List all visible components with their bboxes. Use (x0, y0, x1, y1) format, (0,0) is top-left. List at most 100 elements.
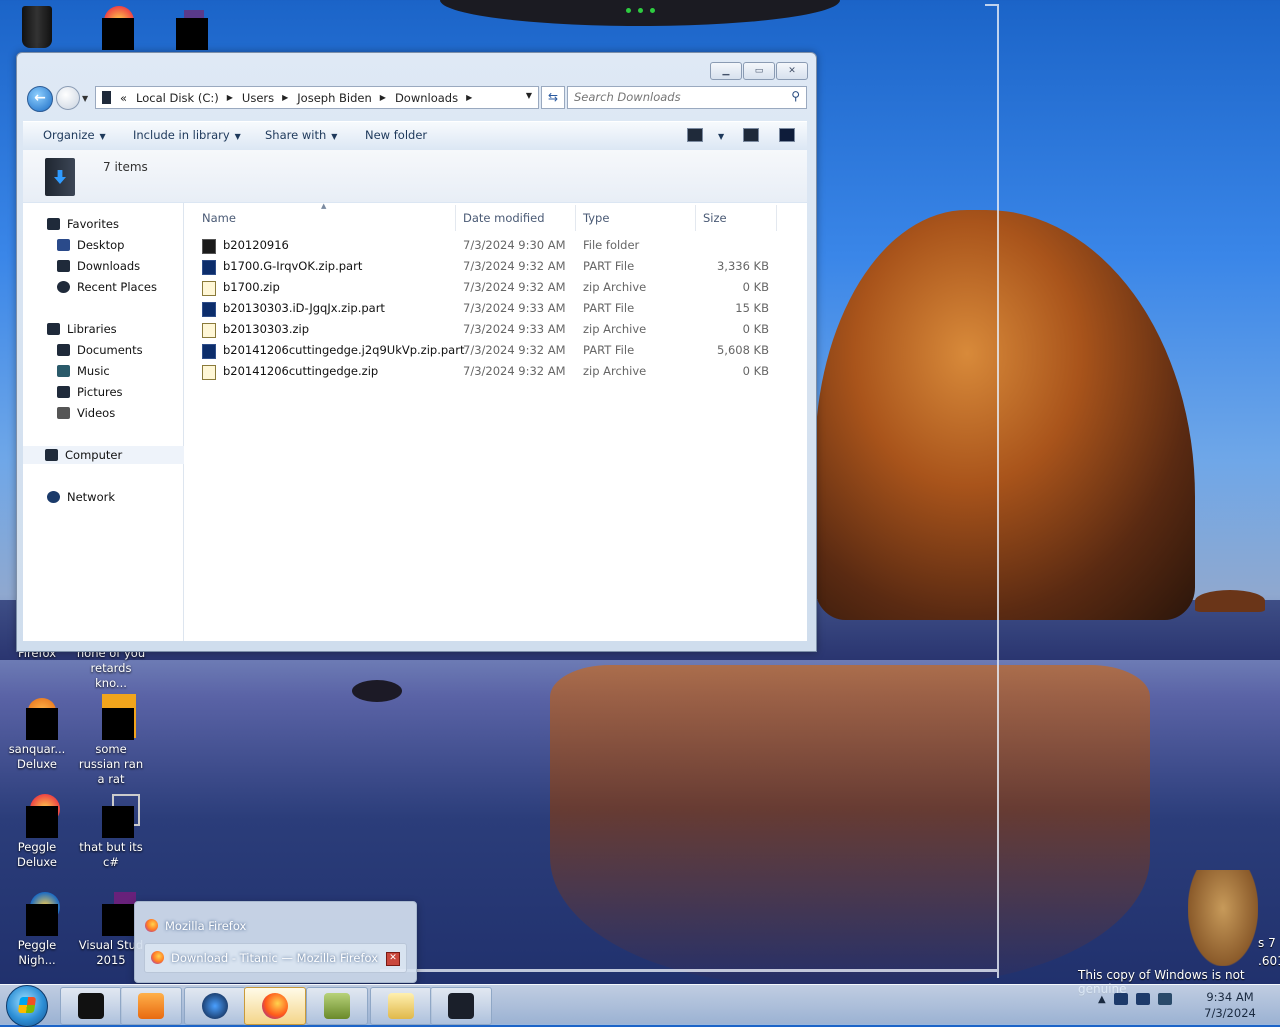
desktop-icon-sanquarium[interactable]: sanquar... Deluxe (0, 694, 74, 772)
nav-desktop[interactable]: Desktop (57, 236, 124, 254)
nav-music[interactable]: Music (57, 362, 110, 380)
file-row[interactable]: b20141206cuttingedge.zip 7/3/2024 9:32 A… (200, 361, 790, 382)
explorer-window[interactable]: ▁ ▭ ✕ ← ▼ « Local Disk (C:) ▶ Users ▶ Jo… (16, 52, 817, 652)
search-input[interactable] (568, 87, 774, 106)
details-header: 7 items (23, 150, 807, 202)
file-row[interactable]: b1700.G-IrqvOK.zip.part 7/3/2024 9:32 AM… (200, 256, 790, 277)
monitor-icon (448, 993, 474, 1019)
breadcrumb-users[interactable]: Users (242, 91, 274, 105)
back-button[interactable]: ← (27, 86, 53, 112)
breadcrumb-downloads[interactable]: Downloads (395, 91, 458, 105)
firefox-icon (262, 993, 288, 1019)
peggle-nights-icon (14, 890, 60, 936)
file-name: b1700.G-IrqvOK.zip.part (223, 259, 363, 273)
taskbar-button-explorer-dark[interactable] (60, 987, 122, 1025)
breadcrumb-arrow-icon[interactable]: ▶ (227, 93, 233, 102)
globe-icon (202, 993, 228, 1019)
nav-network[interactable]: Network (47, 488, 115, 506)
popup-window-item[interactable]: Download - Titanic — Mozilla Firefox ✕ (144, 943, 407, 973)
file-row[interactable]: b20141206cuttingedge.j2q9UkVp.zip.part 7… (200, 340, 790, 361)
navigation-pane: Favorites Desktop Downloads Recent Place… (23, 203, 197, 641)
include-in-library-button[interactable]: Include in library ▼ (133, 128, 241, 142)
forward-button[interactable] (56, 86, 80, 110)
file-row[interactable]: b20130303.iD-JgqJx.zip.part 7/3/2024 9:3… (200, 298, 790, 319)
column-divider[interactable] (776, 205, 777, 231)
preview-pane-icon[interactable] (743, 128, 759, 142)
column-divider[interactable] (575, 205, 576, 231)
close-window-icon[interactable]: ✕ (386, 952, 400, 966)
refresh-button[interactable]: ⇆ (541, 86, 565, 109)
file-row[interactable]: b20120916 7/3/2024 9:30 AM File folder (200, 235, 790, 256)
file-date: 7/3/2024 9:32 AM (463, 364, 566, 378)
volume-icon[interactable] (1157, 993, 1172, 1005)
start-button[interactable] (6, 985, 48, 1027)
nav-pictures[interactable]: Pictures (57, 383, 123, 401)
taskbar-button-app[interactable] (184, 987, 246, 1025)
popup-title-label: Mozilla Firefox (165, 919, 247, 933)
minimize-button[interactable]: ▁ (710, 62, 742, 80)
desktop-icon-russian-rat[interactable]: some russian ran a rat (74, 694, 148, 787)
desktop-icon-csharp[interactable]: that but its c# (74, 792, 148, 870)
taskbar-button-hamster-box[interactable] (306, 987, 368, 1025)
nav-label: Desktop (77, 238, 125, 252)
close-button[interactable]: ✕ (776, 62, 808, 80)
network-tray-icon[interactable] (1135, 993, 1150, 1005)
nav-videos[interactable]: Videos (57, 404, 115, 422)
maximize-button[interactable]: ▭ (743, 62, 775, 80)
help-icon[interactable] (779, 128, 795, 142)
column-divider[interactable] (695, 205, 696, 231)
nav-computer[interactable]: Computer (23, 446, 197, 464)
taskbar-button-firefox[interactable] (244, 987, 306, 1025)
desktop-icon-recycle-bin[interactable] (0, 4, 74, 52)
column-header-date-modified[interactable]: Date modified (463, 211, 545, 225)
column-header-size[interactable]: Size (703, 211, 727, 225)
nav-downloads[interactable]: Downloads (57, 257, 140, 275)
desktop-icon-app-1[interactable] (74, 4, 148, 52)
new-folder-button[interactable]: New folder (365, 128, 427, 142)
breadcrumb-arrow-icon[interactable]: ▶ (282, 93, 288, 102)
column-divider[interactable] (455, 205, 456, 231)
search-icon[interactable]: ⚲ (791, 89, 800, 103)
clock[interactable]: 9:34 AM 7/3/2024 (1196, 989, 1264, 1021)
system-tray: ▲ (1098, 993, 1172, 1005)
view-options-icon[interactable] (687, 128, 703, 142)
recent-places-icon (57, 281, 70, 293)
breadcrumb-arrow-icon[interactable]: ▶ (380, 93, 386, 102)
desktop-icon-app-2[interactable] (148, 4, 222, 52)
file-name: b1700.zip (223, 280, 280, 294)
address-bar[interactable]: « Local Disk (C:) ▶ Users ▶ Joseph Biden… (95, 86, 539, 109)
hamster-gadget[interactable] (1188, 870, 1258, 966)
taskbar-button-media-player[interactable] (120, 987, 182, 1025)
breadcrumb-local-disk[interactable]: Local Disk (C:) (136, 91, 219, 105)
view-options-dropdown[interactable]: ▼ (713, 128, 724, 142)
caption-buttons: ▁ ▭ ✕ (710, 62, 808, 80)
breadcrumb-joseph-biden[interactable]: Joseph Biden (297, 91, 372, 105)
column-header-type[interactable]: Type (583, 211, 609, 225)
chevron-down-icon[interactable]: ▼ (526, 91, 532, 100)
nav-libraries[interactable]: Libraries (47, 320, 117, 338)
nav-label: Network (67, 490, 116, 504)
media-player-icon (138, 993, 164, 1019)
column-header-name[interactable]: Name (202, 211, 236, 225)
breadcrumb-arrow-icon[interactable]: ▶ (466, 93, 472, 102)
recent-pages-dropdown[interactable]: ▼ (82, 94, 88, 103)
desktop-icon-peggle-nights[interactable]: Peggle Nigh... (0, 890, 74, 968)
address-chevron[interactable]: « (120, 91, 127, 105)
nav-favorites[interactable]: Favorites (47, 215, 119, 233)
file-row[interactable]: b1700.zip 7/3/2024 9:32 AM zip Archive 0… (200, 277, 790, 298)
nav-label: Computer (65, 448, 123, 462)
share-with-button[interactable]: Share with ▼ (265, 128, 337, 142)
desktop-icon-none-of-you[interactable]: none of you retards kno... (74, 646, 148, 691)
file-type: zip Archive (583, 280, 647, 294)
taskbar-button-monitor[interactable] (430, 987, 492, 1025)
search-box[interactable]: ⚲ (567, 86, 807, 109)
taskbar-button-file-explorer[interactable] (370, 987, 432, 1025)
show-hidden-icons-icon[interactable]: ▲ (1098, 994, 1106, 1005)
desktop-icon-peggle-deluxe[interactable]: Peggle Deluxe (0, 792, 74, 870)
file-row[interactable]: b20130303.zip 7/3/2024 9:33 AM zip Archi… (200, 319, 790, 340)
nav-recent-places[interactable]: Recent Places (57, 278, 157, 296)
tray-app-icon[interactable] (1113, 993, 1128, 1005)
nav-documents[interactable]: Documents (57, 341, 143, 359)
nav-label: Pictures (77, 385, 123, 399)
organize-button[interactable]: Organize ▼ (43, 128, 106, 142)
